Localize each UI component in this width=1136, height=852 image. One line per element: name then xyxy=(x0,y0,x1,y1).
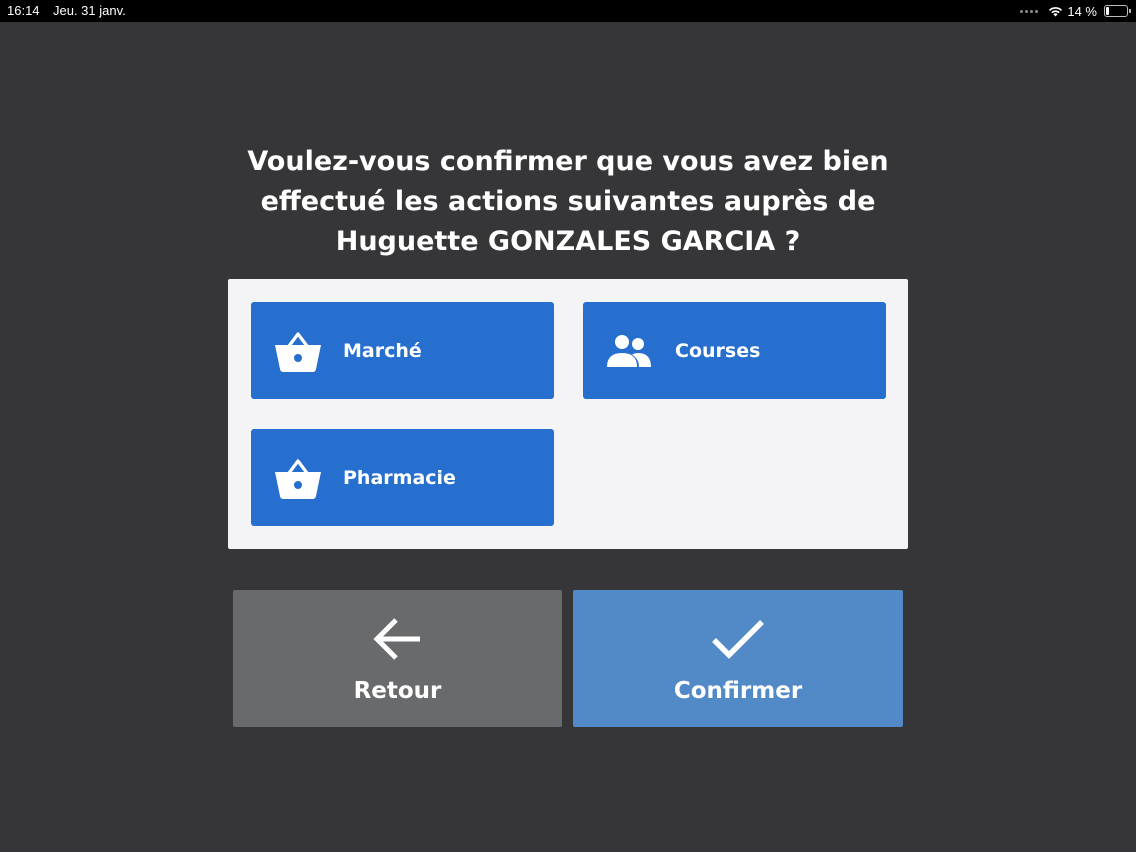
question-line-1: Voulez-vous confirmer que vous avez bien xyxy=(247,146,889,177)
people-icon xyxy=(605,329,657,373)
confirm-button[interactable]: Confirmer xyxy=(573,590,903,727)
arrow-left-icon xyxy=(372,613,424,665)
status-date: Jeu. 31 janv. xyxy=(53,3,126,18)
confirmation-question: Voulez-vous confirmer que vous avez bien… xyxy=(200,142,936,262)
battery-icon xyxy=(1104,5,1131,17)
back-button[interactable]: Retour xyxy=(233,590,562,727)
action-card-pharmacie[interactable]: Pharmacie xyxy=(251,429,554,526)
actions-panel: Marché Courses Pharmacie xyxy=(228,279,908,549)
basket-icon xyxy=(273,456,325,500)
status-bar: 16:14 Jeu. 31 janv. 14 % xyxy=(0,0,1136,22)
wifi-icon xyxy=(1048,6,1063,17)
action-label: Marché xyxy=(343,339,422,362)
basket-icon xyxy=(273,329,325,373)
question-line-2: effectué les actions suivantes auprès de xyxy=(260,186,876,217)
action-card-marche[interactable]: Marché xyxy=(251,302,554,399)
action-label: Courses xyxy=(675,339,761,362)
battery-percentage: 14 % xyxy=(1067,3,1097,19)
question-line-3: Huguette GONZALES GARCIA ? xyxy=(335,226,801,257)
signal-dots-icon xyxy=(1020,9,1039,13)
status-time: 16:14 xyxy=(7,3,40,18)
action-card-courses[interactable]: Courses xyxy=(583,302,886,399)
back-button-label: Retour xyxy=(353,677,442,704)
confirm-button-label: Confirmer xyxy=(673,677,803,704)
checkmark-icon xyxy=(710,613,766,665)
action-label: Pharmacie xyxy=(343,466,456,489)
status-indicators: 14 % xyxy=(1020,3,1131,19)
